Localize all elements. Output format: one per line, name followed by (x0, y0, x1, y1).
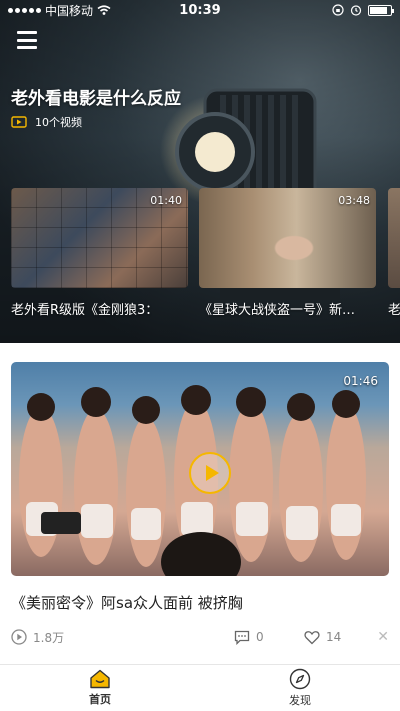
tab-home[interactable]: 首页 (0, 665, 200, 711)
close-icon[interactable]: ✕ (377, 629, 389, 645)
feed-video-actions: 1.8万 0 14 ✕ (11, 627, 389, 647)
play-count: 1.8万 (11, 629, 161, 646)
comment-button[interactable]: 0 (234, 630, 304, 645)
bottom-tab-bar: 首页 发现 (0, 664, 400, 711)
video-duration: 01:46 (343, 374, 378, 388)
video-count: 10个视频 (35, 116, 82, 129)
carousel-video-thumbnail[interactable]: 03:48 (199, 188, 376, 288)
carousel-video-caption[interactable]: 老 (388, 299, 400, 318)
topic-title: 老外看电影是什么反应 (11, 89, 181, 109)
orientation-lock-icon (332, 4, 344, 16)
signal-strength-icon (8, 7, 41, 13)
video-duration: 03:48 (338, 194, 370, 207)
carousel-video-caption[interactable]: 《星球大战侠盗一号》新… (199, 299, 376, 318)
battery-icon (368, 4, 394, 16)
tab-discover[interactable]: 发现 (200, 665, 400, 711)
play-icon[interactable] (189, 452, 231, 494)
status-bar: 中国移动 10:39 (0, 0, 400, 20)
like-button[interactable]: 14 (304, 630, 374, 645)
carrier-signal: 中国移动 (8, 2, 148, 19)
topic-video-carousel[interactable]: 01:40 老外看R级版《金刚狼3： 03:48 《星球大战侠盗一号》新… 老 (0, 188, 400, 328)
status-time: 10:39 (179, 2, 221, 18)
wifi-icon (97, 5, 111, 15)
video-icon (11, 116, 27, 128)
carrier-name: 中国移动 (45, 3, 94, 18)
comment-icon (234, 630, 250, 645)
play-circle-icon (11, 629, 27, 645)
alarm-icon (350, 5, 362, 16)
carousel-video-thumbnail[interactable]: 01:40 (11, 188, 188, 288)
play-count-value: 1.8万 (33, 630, 65, 645)
tab-home-label: 首页 (89, 693, 111, 706)
status-indicators (252, 4, 394, 16)
carousel-video-caption[interactable]: 老外看R级版《金刚狼3： (11, 299, 188, 318)
like-count: 14 (326, 630, 342, 644)
feed-video-title[interactable]: 《美丽密令》阿sa众人面前 被挤胸 (11, 592, 243, 613)
heart-icon (304, 630, 320, 644)
video-count-row: 10个视频 (11, 114, 82, 130)
feed-video-thumbnail[interactable]: 01:46 (11, 362, 389, 576)
carousel-video-thumbnail[interactable] (388, 188, 400, 288)
app-screen: 中国移动 10:39 老外看电影是什么反应 10个视频 01:40 老外看R级版… (0, 0, 400, 711)
comment-count: 0 (256, 630, 264, 644)
compass-icon (289, 668, 311, 690)
video-duration: 01:40 (150, 194, 182, 207)
hamburger-menu-icon[interactable] (17, 31, 37, 49)
tab-discover-label: 发现 (289, 694, 311, 707)
home-icon (90, 669, 110, 689)
